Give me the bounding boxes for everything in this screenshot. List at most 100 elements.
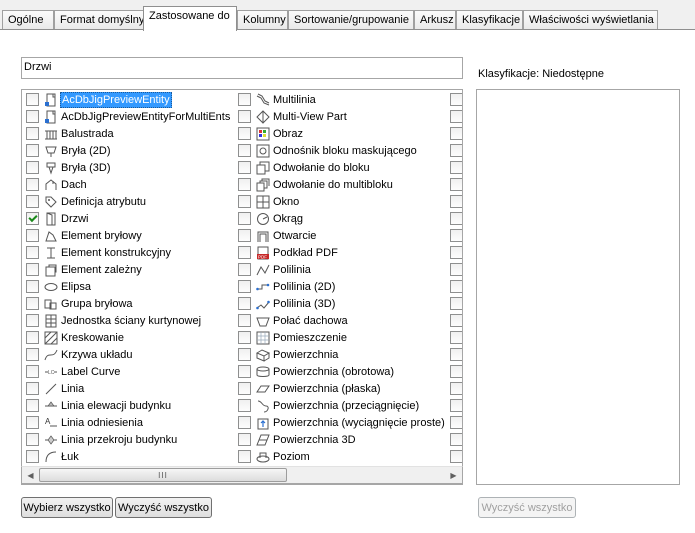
item-checkbox[interactable] <box>26 382 39 395</box>
list-item[interactable] <box>447 346 462 363</box>
item-checkbox[interactable] <box>26 365 39 378</box>
item-checkbox[interactable] <box>450 93 462 106</box>
list-item[interactable]: Linia przekroju budynku <box>23 431 235 448</box>
item-checkbox[interactable] <box>450 263 462 276</box>
list-item[interactable]: Odwołanie do bloku <box>235 159 447 176</box>
item-checkbox[interactable] <box>26 416 39 429</box>
item-checkbox[interactable] <box>450 365 462 378</box>
list-item[interactable] <box>447 329 462 346</box>
item-checkbox[interactable] <box>450 161 462 174</box>
list-item[interactable]: Obraz <box>235 125 447 142</box>
select-all-button[interactable]: Wybierz wszystko <box>21 497 113 518</box>
tab-columns[interactable]: Kolumny <box>237 10 288 30</box>
item-checkbox[interactable] <box>26 161 39 174</box>
item-checkbox[interactable] <box>26 212 39 225</box>
list-item[interactable] <box>447 125 462 142</box>
list-item[interactable]: Powierzchnia (wyciągnięcie proste) <box>235 414 447 431</box>
list-item[interactable]: Elipsa <box>23 278 235 295</box>
list-item[interactable]: Okrąg <box>235 210 447 227</box>
list-item[interactable]: Multilinia <box>235 91 447 108</box>
item-checkbox[interactable] <box>26 314 39 327</box>
list-item[interactable] <box>447 142 462 159</box>
list-item[interactable]: Bryła (3D) <box>23 159 235 176</box>
list-item[interactable]: Krzywa układu <box>23 346 235 363</box>
classifications-list[interactable] <box>476 89 680 485</box>
item-checkbox[interactable] <box>450 178 462 191</box>
item-checkbox[interactable] <box>238 280 251 293</box>
item-checkbox[interactable] <box>26 297 39 310</box>
list-item[interactable]: Poziom <box>235 448 447 465</box>
tab-general[interactable]: Ogólne <box>2 10 54 30</box>
list-item[interactable] <box>447 261 462 278</box>
tab-default-format[interactable]: Format domyślny <box>54 10 144 30</box>
item-checkbox[interactable] <box>450 229 462 242</box>
scroll-left-arrow-icon[interactable]: ◀ <box>22 467 39 483</box>
item-checkbox[interactable] <box>450 314 462 327</box>
item-checkbox[interactable] <box>238 331 251 344</box>
item-checkbox[interactable] <box>238 229 251 242</box>
item-checkbox[interactable] <box>238 263 251 276</box>
item-checkbox[interactable] <box>26 331 39 344</box>
item-checkbox[interactable] <box>26 110 39 123</box>
item-checkbox[interactable] <box>238 297 251 310</box>
list-item[interactable] <box>447 295 462 312</box>
list-item[interactable]: Linia <box>23 380 235 397</box>
list-item[interactable]: A Linia odniesienia <box>23 414 235 431</box>
item-checkbox[interactable] <box>26 229 39 242</box>
item-checkbox[interactable] <box>450 348 462 361</box>
item-checkbox[interactable] <box>238 314 251 327</box>
list-item[interactable]: Element bryłowy <box>23 227 235 244</box>
list-item[interactable]: Grupa bryłowa <box>23 295 235 312</box>
horizontal-scrollbar[interactable]: ◀ III ▶ <box>21 466 463 484</box>
list-item[interactable] <box>447 244 462 261</box>
item-checkbox[interactable] <box>238 127 251 140</box>
item-checkbox[interactable] <box>238 195 251 208</box>
scroll-right-arrow-icon[interactable]: ▶ <box>445 467 462 483</box>
item-checkbox[interactable] <box>238 161 251 174</box>
list-item[interactable] <box>447 363 462 380</box>
list-item[interactable]: Pomieszczenie <box>235 329 447 346</box>
scrollbar-thumb[interactable]: III <box>39 468 287 482</box>
list-item[interactable]: Powierzchnia (obrotowa) <box>235 363 447 380</box>
item-checkbox[interactable] <box>238 110 251 123</box>
list-item[interactable]: Powierzchnia <box>235 346 447 363</box>
item-checkbox[interactable] <box>238 382 251 395</box>
list-item[interactable] <box>447 193 462 210</box>
list-item[interactable] <box>447 176 462 193</box>
item-checkbox[interactable] <box>450 110 462 123</box>
list-item[interactable]: Bryła (2D) <box>23 142 235 159</box>
item-checkbox[interactable] <box>450 450 462 463</box>
list-item[interactable] <box>447 448 462 465</box>
list-item[interactable]: Kreskowanie <box>23 329 235 346</box>
list-item[interactable] <box>447 210 462 227</box>
object-type-list[interactable]: AcDbJigPreviewEntity AcDbJigPreviewEntity… <box>21 89 463 485</box>
list-item[interactable] <box>447 227 462 244</box>
tab-display-properties[interactable]: Właściwości wyświetlania <box>523 10 658 30</box>
item-checkbox[interactable] <box>450 212 462 225</box>
list-item[interactable]: Otwarcie <box>235 227 447 244</box>
item-checkbox[interactable] <box>450 416 462 429</box>
item-checkbox[interactable] <box>238 212 251 225</box>
item-checkbox[interactable] <box>238 93 251 106</box>
list-item[interactable]: Łuk <box>23 448 235 465</box>
item-checkbox[interactable] <box>26 246 39 259</box>
item-checkbox[interactable] <box>450 144 462 157</box>
list-item[interactable] <box>447 380 462 397</box>
item-checkbox[interactable] <box>238 348 251 361</box>
item-checkbox[interactable] <box>26 399 39 412</box>
item-checkbox[interactable] <box>26 450 39 463</box>
list-item[interactable] <box>447 91 462 108</box>
list-item[interactable]: Element zależny <box>23 261 235 278</box>
item-checkbox[interactable] <box>26 433 39 446</box>
item-checkbox[interactable] <box>238 365 251 378</box>
list-item[interactable]: Odnośnik bloku maskującego <box>235 142 447 159</box>
item-checkbox[interactable] <box>26 280 39 293</box>
list-item[interactable]: Element konstrukcyjny <box>23 244 235 261</box>
item-checkbox[interactable] <box>238 399 251 412</box>
list-item[interactable]: Linia elewacji budynku <box>23 397 235 414</box>
item-checkbox[interactable] <box>26 348 39 361</box>
list-item[interactable] <box>447 159 462 176</box>
list-item[interactable] <box>447 312 462 329</box>
tab-applies-to[interactable]: Zastosowane do <box>143 6 237 31</box>
item-checkbox[interactable] <box>238 433 251 446</box>
